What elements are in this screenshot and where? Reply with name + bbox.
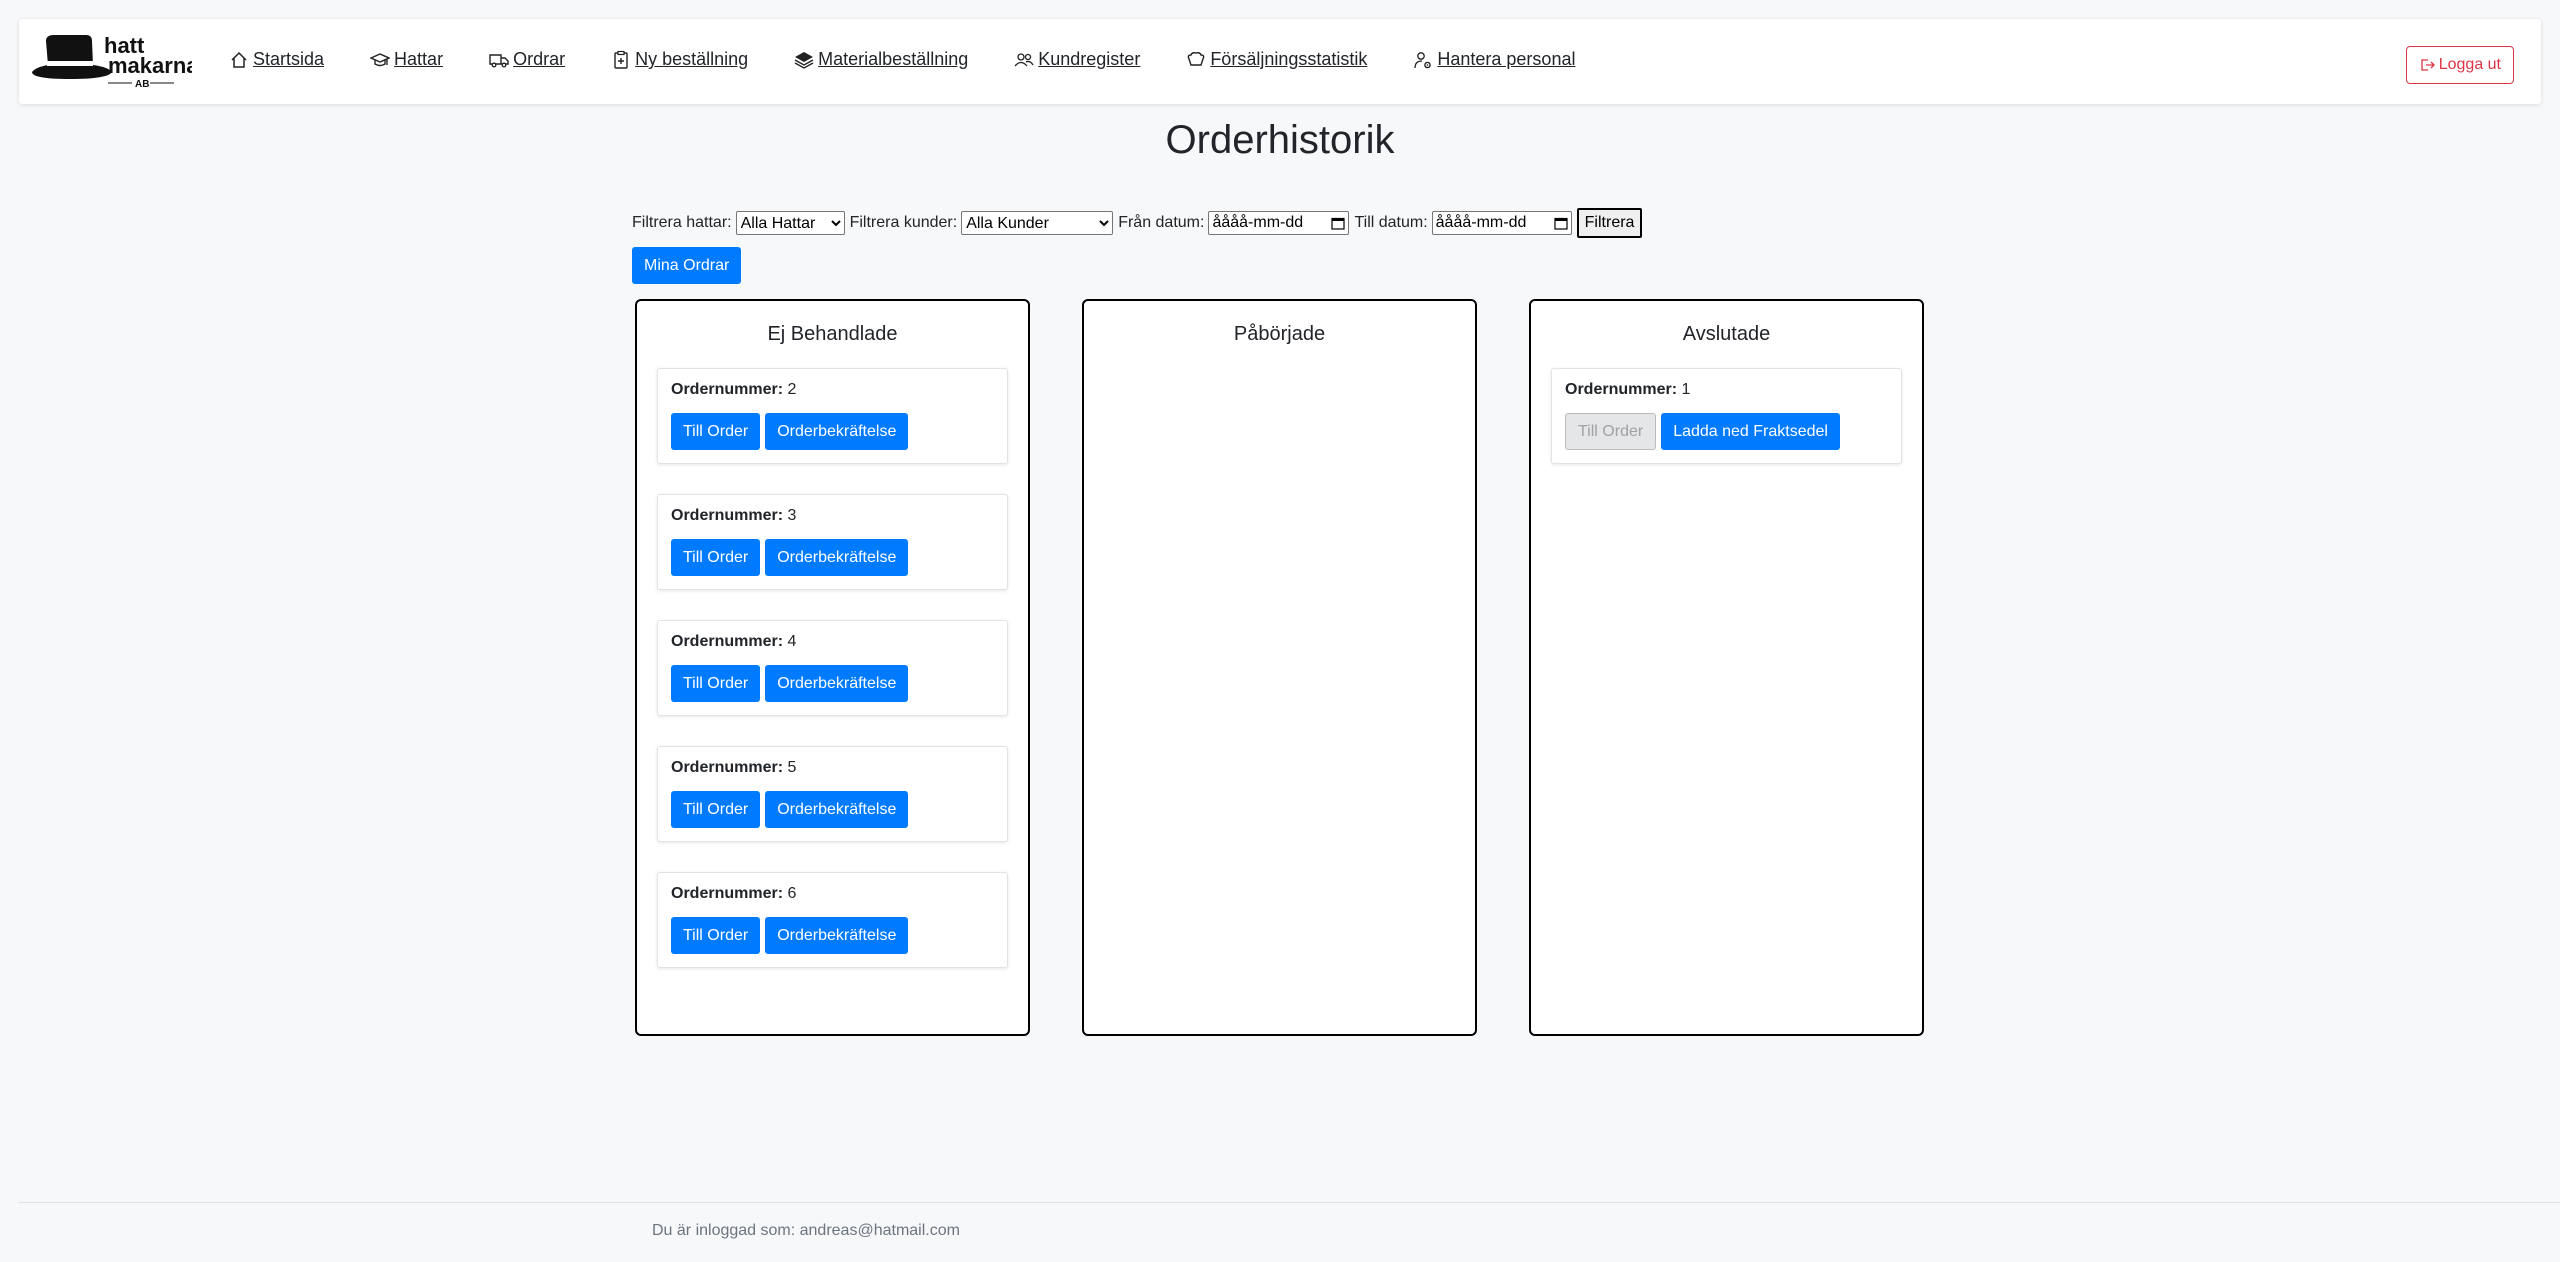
customer-filter-label: Filtrera kunder:	[849, 214, 958, 231]
logged-in-text: Du är inloggad som: andreas@hatmail.com	[652, 1222, 960, 1239]
calendar-icon[interactable]	[1554, 216, 1568, 230]
order-number-line: Ordernummer: 4	[671, 633, 994, 653]
hat-logo-icon: hatt makarna AB	[32, 33, 199, 90]
filter-bar: Filtrera hattar: Alla Hattar Filtrera ku…	[632, 208, 1643, 238]
to-date-label: Till datum:	[1354, 214, 1428, 231]
order-number: 3	[787, 507, 797, 524]
nav-hattar-label: Hattar	[394, 49, 444, 69]
column-title: Avslutade	[1682, 323, 1771, 345]
footer-divider	[19, 1202, 2560, 1203]
order-card: Ordernummer: 1 Till Order Ladda ned Frak…	[1551, 368, 1902, 464]
order-number: 5	[787, 759, 797, 776]
truck-icon	[489, 50, 509, 70]
orderbekraftelse-button[interactable]: Orderbekräftelse	[765, 917, 909, 954]
to-date-input[interactable]: åååå-mm-dd	[1431, 211, 1572, 235]
orderbekraftelse-button[interactable]: Orderbekräftelse	[765, 413, 909, 450]
hat-filter-label: Filtrera hattar:	[632, 214, 732, 231]
layers-icon	[794, 50, 814, 70]
logout-button[interactable]: Logga ut	[2405, 46, 2514, 84]
orderbekraftelse-button[interactable]: Orderbekräftelse	[765, 539, 909, 576]
ladda-ned-fraktsedel-button[interactable]: Ladda ned Fraktsedel	[1661, 413, 1840, 450]
svg-text:AB: AB	[135, 79, 149, 90]
order-card: Ordernummer: 3 Till Order Orderbekräftel…	[657, 494, 1008, 590]
customer-filter-select[interactable]: Alla Kunder	[961, 211, 1114, 235]
till-order-button-disabled: Till Order	[1565, 413, 1657, 450]
chef-hat-icon	[1186, 50, 1206, 70]
column-paborjade: Påbörjade	[1082, 299, 1477, 1036]
order-card: Ordernummer: 5 Till Order Orderbekräftel…	[657, 746, 1008, 842]
order-number-label: Ordernummer:	[671, 507, 784, 524]
order-number-label: Ordernummer:	[671, 759, 784, 776]
logout-icon	[2419, 57, 2435, 73]
order-number-line: Ordernummer: 6	[671, 885, 994, 905]
to-date-value: åååå-mm-dd	[1435, 214, 1527, 231]
order-list: Ordernummer: 2 Till Order Orderbekräftel…	[637, 368, 1028, 968]
graduation-cap-icon	[370, 50, 391, 70]
filter-button[interactable]: Filtrera	[1576, 208, 1643, 238]
nav-hattar[interactable]: Hattar	[370, 49, 443, 70]
logout-label: Logga ut	[2438, 56, 2501, 73]
order-card: Ordernummer: 4 Till Order Orderbekräftel…	[657, 620, 1008, 716]
order-card: Ordernummer: 2 Till Order Orderbekräftel…	[657, 368, 1008, 464]
nav-ordrar-label: Ordrar	[513, 49, 566, 69]
page-title: Orderhistorik	[1165, 118, 1395, 162]
hattmakarna-logo[interactable]: hatt makarna AB	[32, 27, 199, 99]
column-title: Påbörjade	[1233, 323, 1326, 345]
calendar-icon[interactable]	[1331, 216, 1346, 230]
nav-startsida[interactable]: Startsida	[229, 49, 324, 70]
nav-forsaljningsstatistik[interactable]: Försäljningsstatistik	[1186, 49, 1367, 70]
order-number-line: Ordernummer: 5	[671, 759, 994, 779]
from-date-value: åååå-mm-dd	[1212, 214, 1304, 231]
nav-materialbestallning-label: Materialbeställning	[818, 49, 969, 69]
order-number: 2	[787, 381, 797, 398]
nav-forsaljningsstatistik-label: Försäljningsstatistik	[1210, 49, 1368, 69]
nav-ny-bestallning-label: Ny beställning	[635, 49, 749, 69]
hat-filter-select[interactable]: Alla Hattar	[735, 211, 845, 235]
navbar: hatt makarna AB Startsida Hattar Ordrar	[19, 19, 2541, 104]
nav-hantera-personal-label: Hantera personal	[1437, 49, 1576, 69]
from-date-input[interactable]: åååå-mm-dd	[1208, 211, 1350, 235]
nav-kundregister[interactable]: Kundregister	[1014, 49, 1140, 70]
order-number-label: Ordernummer:	[671, 633, 784, 650]
from-date-label: Från datum:	[1118, 214, 1205, 231]
order-number-label: Ordernummer:	[1565, 381, 1678, 398]
till-order-button[interactable]: Till Order	[671, 791, 761, 828]
nav-hantera-personal[interactable]: Hantera personal	[1413, 49, 1575, 70]
column-avslutade: Avslutade Ordernummer: 1 Till Order Ladd…	[1529, 299, 1924, 1036]
till-order-button[interactable]: Till Order	[671, 665, 761, 702]
nav-startsida-label: Startsida	[253, 49, 325, 69]
column-ej-behandlade: Ej Behandlade Ordernummer: 2 Till Order …	[635, 299, 1030, 1036]
order-number-line: Ordernummer: 2	[671, 381, 994, 401]
order-number-line: Ordernummer: 1	[1565, 381, 1888, 401]
svg-text:makarna: makarna	[108, 53, 192, 78]
nav-ordrar[interactable]: Ordrar	[489, 49, 565, 70]
order-number-label: Ordernummer:	[671, 381, 784, 398]
nav-kundregister-label: Kundregister	[1038, 49, 1141, 69]
nav-materialbestallning[interactable]: Materialbeställning	[794, 49, 968, 70]
clipboard-plus-icon	[611, 50, 631, 70]
till-order-button[interactable]: Till Order	[671, 539, 761, 576]
person-gear-icon	[1413, 50, 1433, 70]
my-orders-button[interactable]: Mina Ordrar	[632, 247, 742, 284]
order-card: Ordernummer: 6 Till Order Orderbekräftel…	[657, 872, 1008, 968]
order-list: Ordernummer: 1 Till Order Ladda ned Frak…	[1531, 368, 1922, 464]
order-number: 4	[787, 633, 797, 650]
orderbekraftelse-button[interactable]: Orderbekräftelse	[765, 791, 909, 828]
order-number: 6	[787, 885, 797, 902]
orderbekraftelse-button[interactable]: Orderbekräftelse	[765, 665, 909, 702]
order-number: 1	[1681, 381, 1691, 398]
order-number-label: Ordernummer:	[671, 885, 784, 902]
order-number-line: Ordernummer: 3	[671, 507, 994, 527]
till-order-button[interactable]: Till Order	[671, 413, 761, 450]
till-order-button[interactable]: Till Order	[671, 917, 761, 954]
main-nav: Startsida Hattar Ordrar Ny beställning M…	[229, 19, 1621, 104]
nav-ny-bestallning[interactable]: Ny beställning	[611, 49, 748, 70]
people-icon	[1014, 50, 1034, 70]
column-title: Ej Behandlade	[767, 323, 898, 345]
house-icon	[229, 50, 249, 70]
